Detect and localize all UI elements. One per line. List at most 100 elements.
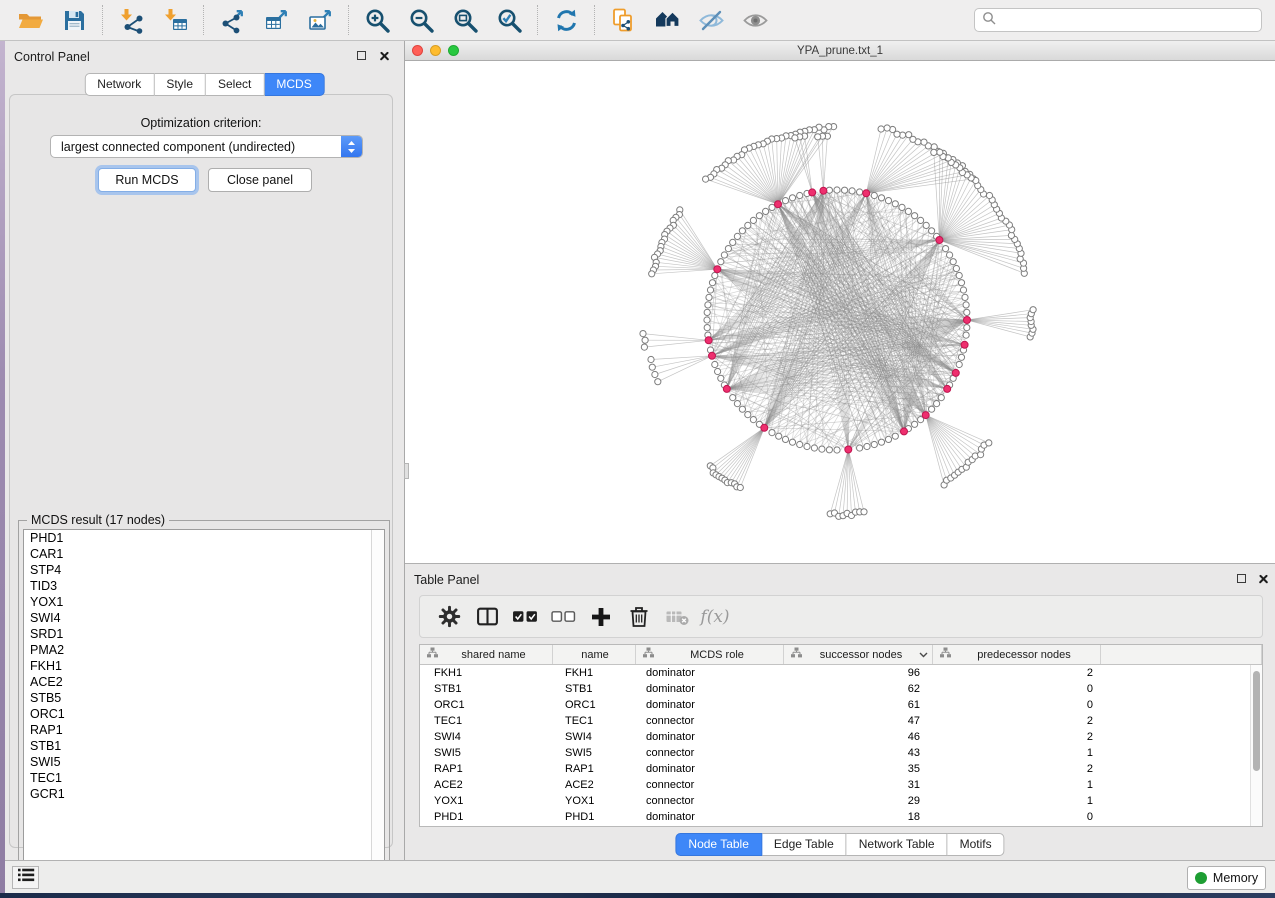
graph-mcds-hub-node[interactable] xyxy=(705,337,712,344)
graph-leaf-node[interactable] xyxy=(986,192,992,198)
first-neighbors-icon[interactable] xyxy=(645,2,689,38)
graph-mcds-hub-node[interactable] xyxy=(901,428,908,435)
graph-leaf-node[interactable] xyxy=(906,132,912,138)
graph-node[interactable] xyxy=(789,439,795,445)
tab-style[interactable]: Style xyxy=(154,73,206,96)
column-layout-icon[interactable] xyxy=(468,599,506,635)
graph-leaf-node[interactable] xyxy=(640,331,646,337)
graph-mcds-hub-node[interactable] xyxy=(709,352,716,359)
graph-node[interactable] xyxy=(960,287,966,293)
column-header-MCDS-role[interactable]: MCDS role xyxy=(636,645,784,664)
mcds-result-item[interactable]: TEC1 xyxy=(24,770,384,786)
import-network-icon[interactable] xyxy=(109,2,153,38)
graph-leaf-node[interactable] xyxy=(1030,307,1036,313)
graph-node[interactable] xyxy=(912,421,918,427)
graph-node[interactable] xyxy=(953,265,959,271)
graph-node[interactable] xyxy=(715,368,721,374)
graph-node[interactable] xyxy=(739,228,745,234)
mcds-result-item[interactable]: GCR1 xyxy=(24,786,384,802)
graph-leaf-node[interactable] xyxy=(641,344,647,350)
graph-node[interactable] xyxy=(739,406,745,412)
mcds-result-item[interactable]: ORC1 xyxy=(24,706,384,722)
graph-node[interactable] xyxy=(912,213,918,219)
graph-node[interactable] xyxy=(899,204,905,210)
graph-node[interactable] xyxy=(704,317,710,323)
graph-node[interactable] xyxy=(712,272,718,278)
graph-node[interactable] xyxy=(923,222,929,228)
table-row[interactable]: STB1STB1dominator620 xyxy=(420,681,1262,697)
graph-mcds-hub-node[interactable] xyxy=(723,385,730,392)
graph-node[interactable] xyxy=(819,446,825,452)
graph-mcds-hub-node[interactable] xyxy=(964,317,971,324)
column-header-successor-nodes[interactable]: successor nodes xyxy=(784,645,933,664)
graph-node[interactable] xyxy=(943,246,949,252)
graph-node[interactable] xyxy=(958,280,964,286)
mcds-result-item[interactable]: SRD1 xyxy=(24,626,384,642)
graph-node[interactable] xyxy=(934,401,940,407)
graph-node[interactable] xyxy=(842,187,848,193)
zoom-out-icon[interactable] xyxy=(399,2,443,38)
graph-node[interactable] xyxy=(849,188,855,194)
mcds-list-scrollbar[interactable] xyxy=(371,530,384,887)
table-row[interactable]: SWI5SWI5connector431 xyxy=(420,745,1262,761)
graph-node[interactable] xyxy=(797,441,803,447)
graph-node[interactable] xyxy=(929,406,935,412)
table-settings-icon[interactable] xyxy=(430,599,468,635)
graph-node[interactable] xyxy=(958,354,964,360)
graph-node[interactable] xyxy=(938,395,944,401)
run-mcds-button[interactable]: Run MCDS xyxy=(98,168,196,192)
table-row[interactable]: RAP1RAP1dominator352 xyxy=(420,761,1262,777)
open-file-icon[interactable] xyxy=(8,2,52,38)
float-panel-icon[interactable] xyxy=(1237,574,1246,583)
mcds-result-item[interactable]: SWI5 xyxy=(24,754,384,770)
mcds-result-item[interactable]: CAR1 xyxy=(24,546,384,562)
export-image-icon[interactable] xyxy=(298,2,342,38)
graph-node[interactable] xyxy=(947,252,953,258)
mcds-result-item[interactable]: FKH1 xyxy=(24,658,384,674)
tab-node-table[interactable]: Node Table xyxy=(675,833,762,856)
graph-mcds-hub-node[interactable] xyxy=(961,341,968,348)
zoom-in-icon[interactable] xyxy=(355,2,399,38)
mcds-result-item[interactable]: STP4 xyxy=(24,562,384,578)
panel-menu-button[interactable] xyxy=(12,866,39,889)
graph-node[interactable] xyxy=(878,439,884,445)
search-input[interactable] xyxy=(1001,10,1261,30)
graph-mcds-hub-node[interactable] xyxy=(944,385,951,392)
table-row[interactable]: ORC1ORC1dominator610 xyxy=(420,697,1262,713)
tab-edge-table[interactable]: Edge Table xyxy=(762,833,847,856)
graph-node[interactable] xyxy=(734,233,740,239)
graph-node[interactable] xyxy=(950,259,956,265)
table-row[interactable]: FKH1FKH1dominator962 xyxy=(420,665,1262,681)
graph-mcds-hub-node[interactable] xyxy=(922,412,929,419)
mcds-result-item[interactable]: PMA2 xyxy=(24,642,384,658)
tab-motifs[interactable]: Motifs xyxy=(948,833,1005,856)
mcds-result-item[interactable]: STB1 xyxy=(24,738,384,754)
graph-mcds-hub-node[interactable] xyxy=(863,190,870,197)
graph-leaf-node[interactable] xyxy=(931,149,937,155)
graph-node[interactable] xyxy=(750,417,756,423)
add-column-icon[interactable] xyxy=(582,599,620,635)
graph-node[interactable] xyxy=(811,445,817,451)
graph-node[interactable] xyxy=(704,325,710,331)
export-network-icon[interactable] xyxy=(210,2,254,38)
export-table-icon[interactable] xyxy=(254,2,298,38)
graph-node[interactable] xyxy=(834,187,840,193)
splitter-handle[interactable] xyxy=(404,463,409,479)
graph-node[interactable] xyxy=(704,309,710,315)
graph-node[interactable] xyxy=(776,433,782,439)
close-panel-button[interactable]: Close panel xyxy=(208,168,312,192)
table-row[interactable]: ACE2ACE2connector311 xyxy=(420,777,1262,793)
mcds-result-item[interactable]: SWI4 xyxy=(24,610,384,626)
graph-node[interactable] xyxy=(963,332,969,338)
graph-node[interactable] xyxy=(721,252,727,258)
delete-column-icon[interactable] xyxy=(620,599,658,635)
table-scrollbar[interactable] xyxy=(1250,665,1262,826)
table-row[interactable]: PHD1PHD1dominator180 xyxy=(420,809,1262,825)
graph-node[interactable] xyxy=(857,189,863,195)
memory-button[interactable]: Memory xyxy=(1187,866,1266,890)
mcds-result-item[interactable]: RAP1 xyxy=(24,722,384,738)
tab-select[interactable]: Select xyxy=(206,73,264,96)
graph-node[interactable] xyxy=(892,433,898,439)
graph-node[interactable] xyxy=(750,217,756,223)
network-view-titlebar[interactable]: YPA_prune.txt_1 xyxy=(405,41,1275,61)
